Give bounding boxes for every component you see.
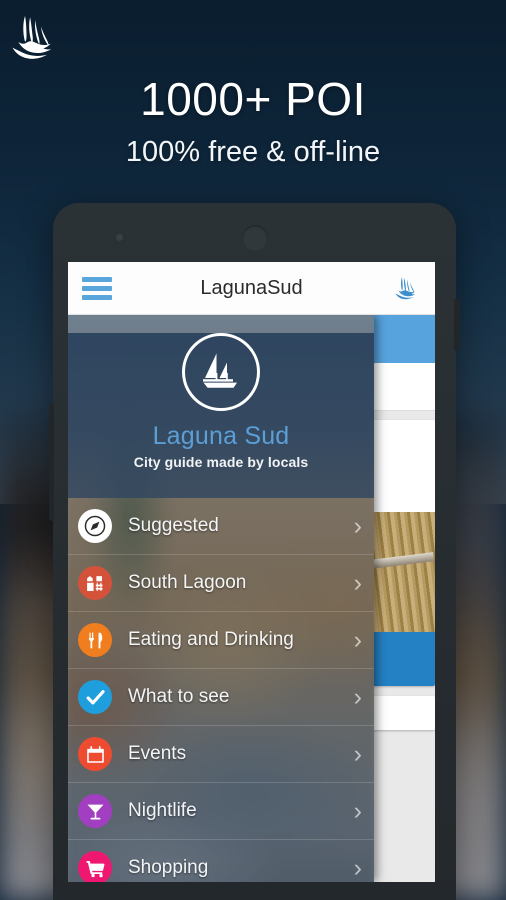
heron-bird-icon [389, 276, 421, 300]
chevron-right-icon: › [353, 511, 362, 540]
chevron-right-icon: › [353, 682, 362, 711]
chevron-right-icon: › [353, 853, 362, 882]
sailboat-icon [182, 333, 260, 411]
drawer-header: Laguna Sud City guide made by locals [68, 333, 374, 498]
drawer-tagline: City guide made by locals [133, 454, 309, 470]
menu-item-what-to-see[interactable]: What to see › [68, 669, 374, 726]
hero-subtitle: 100% free & off-line [125, 136, 381, 168]
hero-section: 1000+ POI 100% free & off-line [0, 0, 506, 169]
navigation-drawer: Laguna Sud City guide made by locals Sug… [68, 315, 374, 882]
chevron-right-icon: › [353, 568, 362, 597]
menu-item-label: Nightlife [128, 800, 197, 821]
menu-item-label: Shopping [128, 857, 209, 878]
volume-button[interactable] [49, 403, 54, 521]
drawer-brand-name: Laguna Sud [152, 422, 290, 450]
app-bar: LagunaSud [68, 262, 435, 315]
hamburger-menu-icon[interactable] [82, 276, 112, 300]
menu-item-eating-and-drinking[interactable]: Eating and Drinking › [68, 612, 374, 669]
menu-item-label: Events [128, 743, 187, 764]
menu-item-nightlife[interactable]: Nightlife › [68, 783, 374, 840]
menu-item-label: South Lagoon [128, 572, 247, 593]
page-title: LagunaSud [200, 276, 303, 299]
cart-icon [78, 851, 112, 882]
earpiece-speaker [241, 225, 268, 251]
menu-item-shopping[interactable]: Shopping › [68, 840, 374, 882]
chevron-right-icon: › [353, 625, 362, 654]
phone-screen: LagunaSud Sea Laguna Sud City guide made… [68, 262, 435, 882]
buildings-icon [78, 566, 112, 600]
drawer-menu: Suggested › South Lagoon › Eating and Dr… [68, 498, 374, 882]
chevron-right-icon: › [353, 796, 362, 825]
menu-item-label: Suggested [128, 515, 219, 536]
phone-device-frame: LagunaSud Sea Laguna Sud City guide made… [49, 203, 460, 900]
front-camera-icon [115, 233, 124, 242]
menu-item-label: What to see [128, 686, 230, 707]
menu-item-events[interactable]: Events › [68, 726, 374, 783]
power-button[interactable] [454, 299, 460, 351]
compass-icon [78, 509, 112, 543]
check-icon [78, 680, 112, 714]
chevron-right-icon: › [353, 739, 362, 768]
cocktail-icon [78, 794, 112, 828]
cutlery-icon [78, 623, 112, 657]
heron-bird-icon [0, 14, 506, 60]
menu-item-label: Eating and Drinking [128, 629, 294, 650]
menu-item-suggested[interactable]: Suggested › [68, 498, 374, 555]
menu-item-south-lagoon[interactable]: South Lagoon › [68, 555, 374, 612]
calendar-icon [78, 737, 112, 771]
hero-title: 1000+ POI [140, 73, 366, 125]
screen-content: Oasi OASI N OPEN [68, 315, 435, 882]
